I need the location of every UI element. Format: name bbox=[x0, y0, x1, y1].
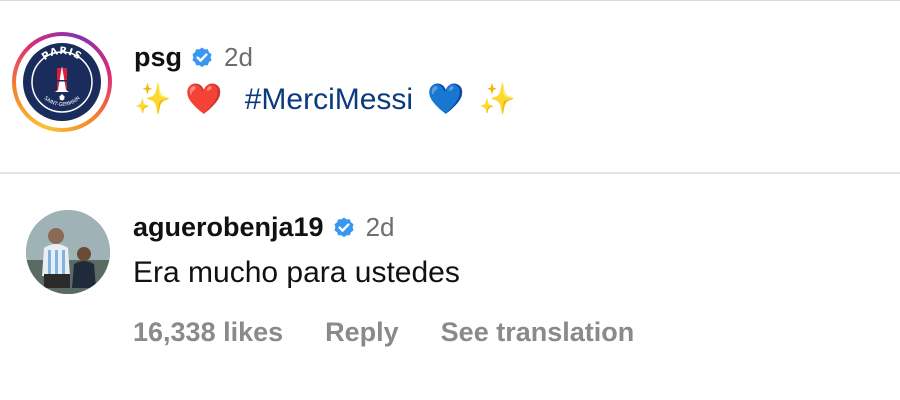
psg-avatar-story-ring[interactable]: PARIS SAINT-GERMAIN bbox=[12, 32, 112, 132]
psg-logo-icon: PARIS SAINT-GERMAIN bbox=[23, 43, 101, 121]
blue-heart-icon: 💙 bbox=[427, 83, 465, 116]
post-header: psg 2d bbox=[134, 42, 253, 73]
commenter-avatar[interactable] bbox=[26, 210, 110, 294]
verified-badge-icon bbox=[334, 217, 354, 237]
hashtag-link[interactable]: #MerciMessi bbox=[245, 83, 413, 117]
likes-count-link[interactable]: 16,338 likes bbox=[133, 317, 283, 348]
comment-username[interactable]: aguerobenja19 bbox=[133, 212, 324, 243]
sparkles-icon: ✨ bbox=[478, 83, 516, 116]
commenter-photo bbox=[26, 210, 110, 294]
section-divider bbox=[0, 172, 900, 174]
comment-actions: 16,338 likes Reply See translation bbox=[133, 317, 634, 348]
post-time: 2d bbox=[224, 42, 253, 72]
top-divider bbox=[0, 0, 900, 1]
reply-button[interactable]: Reply bbox=[325, 317, 399, 348]
post-username[interactable]: psg bbox=[134, 42, 182, 73]
comment-time: 2d bbox=[365, 212, 395, 242]
red-heart-icon: ❤️ bbox=[185, 83, 223, 116]
comment-header: aguerobenja19 2d bbox=[133, 212, 395, 243]
verified-badge-icon bbox=[192, 47, 212, 67]
see-translation-button[interactable]: See translation bbox=[441, 317, 635, 348]
comment-text: Era mucho para ustedes bbox=[133, 256, 460, 289]
post-caption: ✨ ❤️ #MerciMessi 💙 ✨ bbox=[134, 82, 516, 117]
sparkles-icon: ✨ bbox=[134, 83, 172, 116]
avatar-ring-gap: PARIS SAINT-GERMAIN bbox=[16, 36, 108, 128]
